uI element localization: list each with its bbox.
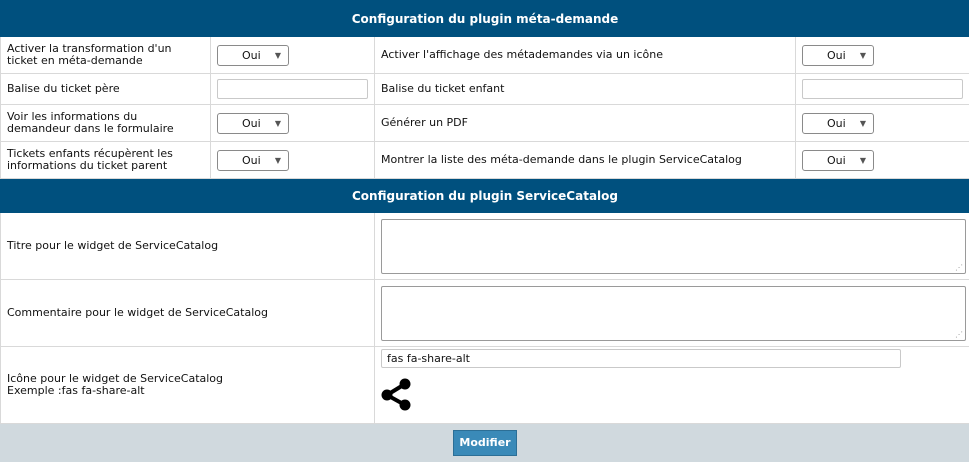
section-header-servicecatalog: Configuration du plugin ServiceCatalog: [1, 179, 969, 213]
config-table: Configuration du plugin méta-demande Act…: [0, 0, 969, 462]
widget-icon-example: Exemple :fas fa-share-alt: [7, 385, 368, 397]
parent-tag-input[interactable]: [217, 79, 368, 99]
chevron-down-icon: ▼: [860, 114, 866, 133]
child-tickets-select[interactable]: Oui ▼: [217, 150, 289, 171]
share-alt-icon: [381, 378, 963, 414]
transform-ticket-value: Oui: [242, 49, 261, 62]
generate-pdf-label: Générer un PDF: [375, 105, 796, 142]
show-list-select[interactable]: Oui ▼: [802, 150, 874, 171]
resize-grip-icon[interactable]: ⋰: [955, 264, 963, 272]
show-list-label: Montrer la liste des méta-demande dans l…: [375, 142, 796, 179]
transform-ticket-label: Activer la transformation d'un ticket en…: [1, 37, 211, 74]
generate-pdf-select[interactable]: Oui ▼: [802, 113, 874, 134]
child-tickets-label: Tickets enfants récupèrent les informati…: [1, 142, 211, 179]
config-row: Commentaire pour le widget de ServiceCat…: [1, 280, 969, 347]
requester-info-select[interactable]: Oui ▼: [217, 113, 289, 134]
chevron-down-icon: ▼: [275, 114, 281, 133]
form-footer: Modifier: [1, 424, 969, 462]
widget-title-textarea[interactable]: ⋰: [381, 219, 966, 274]
transform-ticket-select[interactable]: Oui ▼: [217, 45, 289, 66]
child-tag-input[interactable]: [802, 79, 963, 99]
widget-comment-textarea[interactable]: ⋰: [381, 286, 966, 341]
icon-display-label: Activer l'affichage des métademandes via…: [375, 37, 796, 74]
chevron-down-icon: ▼: [860, 46, 866, 65]
icon-display-select[interactable]: Oui ▼: [802, 45, 874, 66]
child-tickets-value: Oui: [242, 154, 261, 167]
parent-tag-label: Balise du ticket père: [1, 74, 211, 105]
config-row: Balise du ticket père Balise du ticket e…: [1, 74, 969, 105]
widget-icon-input-value: fas fa-share-alt: [387, 352, 470, 365]
icon-display-value: Oui: [827, 49, 846, 62]
chevron-down-icon: ▼: [275, 46, 281, 65]
widget-title-label: Titre pour le widget de ServiceCatalog: [1, 213, 375, 280]
config-row: Tickets enfants récupèrent les informati…: [1, 142, 969, 179]
section-title-servicecatalog: Configuration du plugin ServiceCatalog: [1, 179, 969, 213]
widget-comment-label: Commentaire pour le widget de ServiceCat…: [1, 280, 375, 347]
modify-button[interactable]: Modifier: [453, 430, 516, 456]
config-row: Voir les informations du demandeur dans …: [1, 105, 969, 142]
chevron-down-icon: ▼: [860, 151, 866, 170]
chevron-down-icon: ▼: [275, 151, 281, 170]
resize-grip-icon[interactable]: ⋰: [955, 331, 963, 339]
requester-info-label: Voir les informations du demandeur dans …: [1, 105, 211, 142]
section-header-metademande: Configuration du plugin méta-demande: [1, 1, 969, 37]
config-row: Titre pour le widget de ServiceCatalog ⋰: [1, 213, 969, 280]
child-tag-label: Balise du ticket enfant: [375, 74, 796, 105]
config-row: Icône pour le widget de ServiceCatalog E…: [1, 347, 969, 424]
generate-pdf-value: Oui: [827, 117, 846, 130]
config-row: Activer la transformation d'un ticket en…: [1, 37, 969, 74]
requester-info-value: Oui: [242, 117, 261, 130]
widget-icon-input[interactable]: fas fa-share-alt: [381, 349, 901, 368]
show-list-value: Oui: [827, 154, 846, 167]
section-title-metademande: Configuration du plugin méta-demande: [1, 1, 969, 37]
